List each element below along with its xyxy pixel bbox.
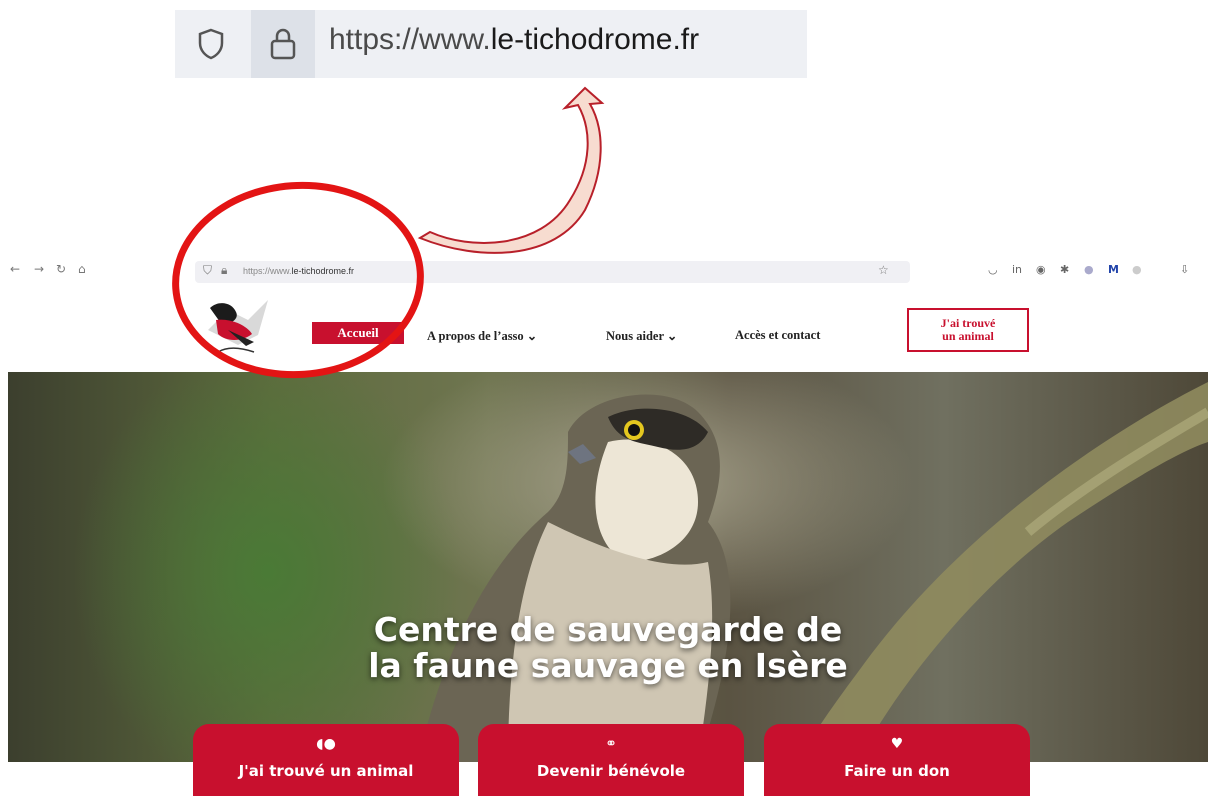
- hero-banner: Centre de sauvegarde de la faune sauvage …: [8, 372, 1208, 762]
- lock-button[interactable]: [251, 10, 315, 78]
- zoomed-address-bar: https://www.le-tichodrome.fr: [175, 10, 807, 78]
- zoomed-url-text[interactable]: https://www.le-tichodrome.fr: [329, 23, 699, 57]
- back-icon[interactable]: ←: [10, 262, 20, 276]
- extension-dot-icon[interactable]: ●: [1132, 263, 1142, 276]
- extension-dot-icon[interactable]: ●: [1084, 263, 1094, 276]
- chevron-down-icon: ⌄: [666, 329, 678, 343]
- nav-a-propos[interactable]: A propos de l’asso ⌄: [427, 328, 537, 344]
- nav-acces-contact[interactable]: Accès et contact: [735, 328, 820, 343]
- nav-nous-aider[interactable]: Nous aider ⌄: [606, 328, 677, 344]
- cta-donate-button[interactable]: ♥︎ Faire un don: [764, 724, 1030, 796]
- chevron-down-icon: ⌄: [526, 329, 538, 343]
- hedgehog-icon: ◖●: [316, 736, 336, 752]
- handshake-icon: ⚭: [605, 736, 617, 752]
- falcon-image: [418, 382, 1208, 762]
- hero-title: Centre de sauvegarde de la faune sauvage …: [368, 610, 848, 685]
- account-icon[interactable]: ◉: [1036, 263, 1046, 276]
- reload-icon[interactable]: ↻: [56, 262, 66, 276]
- shield-icon: [198, 28, 224, 60]
- found-animal-button[interactable]: J'ai trouvé un animal: [907, 308, 1029, 352]
- pocket-icon[interactable]: ◡: [988, 263, 998, 276]
- lock-icon: [270, 28, 296, 60]
- home-icon[interactable]: ⌂: [78, 262, 86, 276]
- cta-found-animal-button[interactable]: ◖● J'ai trouvé un animal: [193, 724, 459, 796]
- forward-icon[interactable]: →: [34, 262, 44, 276]
- extension-icon[interactable]: ✱: [1060, 263, 1069, 276]
- bookmark-star-icon[interactable]: ☆: [878, 263, 889, 277]
- download-icon[interactable]: ⇩: [1180, 263, 1189, 276]
- donate-icon: ♥︎: [890, 736, 904, 752]
- m-extension-icon[interactable]: M: [1108, 263, 1119, 276]
- cta-volunteer-button[interactable]: ⚭ Devenir bénévole: [478, 724, 744, 796]
- linkedin-icon[interactable]: in: [1012, 263, 1022, 276]
